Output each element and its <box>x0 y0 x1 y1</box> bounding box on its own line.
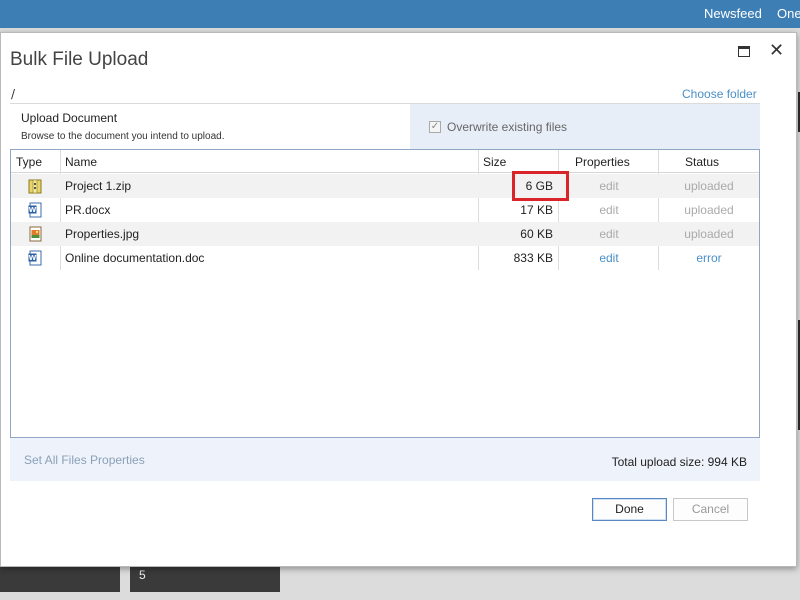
word-doc-icon: W <box>28 202 42 218</box>
edit-properties-link: edit <box>599 203 619 217</box>
overwrite-label: Overwrite existing files <box>447 120 568 134</box>
upload-description: Browse to the document you intend to upl… <box>21 131 225 142</box>
table-row[interactable]: Project 1.zip 6 GB edit uploaded <box>11 174 759 198</box>
tile-number: 5 <box>139 568 146 582</box>
cancel-button[interactable]: Cancel <box>673 498 748 521</box>
overwrite-option: ✓ Overwrite existing files <box>410 104 760 149</box>
edit-properties-link: edit <box>599 179 619 193</box>
column-header-type[interactable]: Type <box>16 155 42 169</box>
set-all-files-properties-link[interactable]: Set All Files Properties <box>24 453 145 467</box>
error-status-link[interactable]: error <box>659 251 759 265</box>
image-file-icon <box>29 226 42 242</box>
size-highlight-box <box>512 171 569 201</box>
file-size: 833 KB <box>513 251 553 265</box>
file-name: Project 1.zip <box>65 179 132 193</box>
footer-panel: Set All Files Properties Total upload si… <box>10 438 760 481</box>
file-name: Online documentation.doc <box>65 251 205 265</box>
file-status: uploaded <box>684 227 734 241</box>
file-status: uploaded <box>684 203 734 217</box>
total-upload-size: Total upload size: 994 KB <box>611 455 747 469</box>
edit-properties-link: edit <box>599 227 619 241</box>
table-header: Type Name Size Properties Status <box>11 150 759 173</box>
table-row[interactable]: Properties.jpg 60 KB edit uploaded <box>11 222 759 246</box>
choose-folder-link[interactable]: Choose folder <box>682 87 757 101</box>
file-status: uploaded <box>684 179 734 193</box>
close-icon[interactable]: ✕ <box>769 41 784 61</box>
overwrite-checkbox[interactable]: ✓ <box>429 121 441 133</box>
file-size: 17 KB <box>520 203 553 217</box>
column-header-size[interactable]: Size <box>483 155 506 169</box>
word-doc-icon: W <box>28 250 42 266</box>
column-header-name[interactable]: Name <box>65 155 97 169</box>
nav-link-one[interactable]: One <box>777 6 800 21</box>
svg-text:W: W <box>29 206 37 214</box>
table-row[interactable]: W Online documentation.doc 833 KB edit e… <box>11 246 759 270</box>
top-navigation-bar: Newsfeed One <box>0 0 800 28</box>
file-name: Properties.jpg <box>65 227 140 241</box>
file-table: Type Name Size Properties Status Project… <box>10 149 760 438</box>
column-header-properties[interactable]: Properties <box>575 155 630 169</box>
upload-document-section: Upload Document Browse to the document y… <box>10 103 760 149</box>
background-tile <box>0 566 120 592</box>
edit-properties-link[interactable]: edit <box>559 251 659 265</box>
background-tile[interactable] <box>130 566 280 592</box>
column-header-status[interactable]: Status <box>685 155 719 169</box>
dialog-title: Bulk File Upload <box>10 49 149 70</box>
file-name: PR.docx <box>65 203 111 217</box>
upload-heading: Upload Document <box>21 111 118 125</box>
current-path: / <box>11 87 16 101</box>
nav-link-newsfeed[interactable]: Newsfeed <box>704 6 762 21</box>
zip-file-icon <box>28 179 42 194</box>
maximize-icon[interactable] <box>738 46 750 57</box>
done-button[interactable]: Done <box>592 498 667 521</box>
svg-text:W: W <box>29 254 37 262</box>
file-size: 60 KB <box>520 227 553 241</box>
bulk-upload-dialog: Bulk File Upload ✕ / Choose folder Uploa… <box>0 32 797 567</box>
table-row[interactable]: W PR.docx 17 KB edit uploaded <box>11 198 759 222</box>
